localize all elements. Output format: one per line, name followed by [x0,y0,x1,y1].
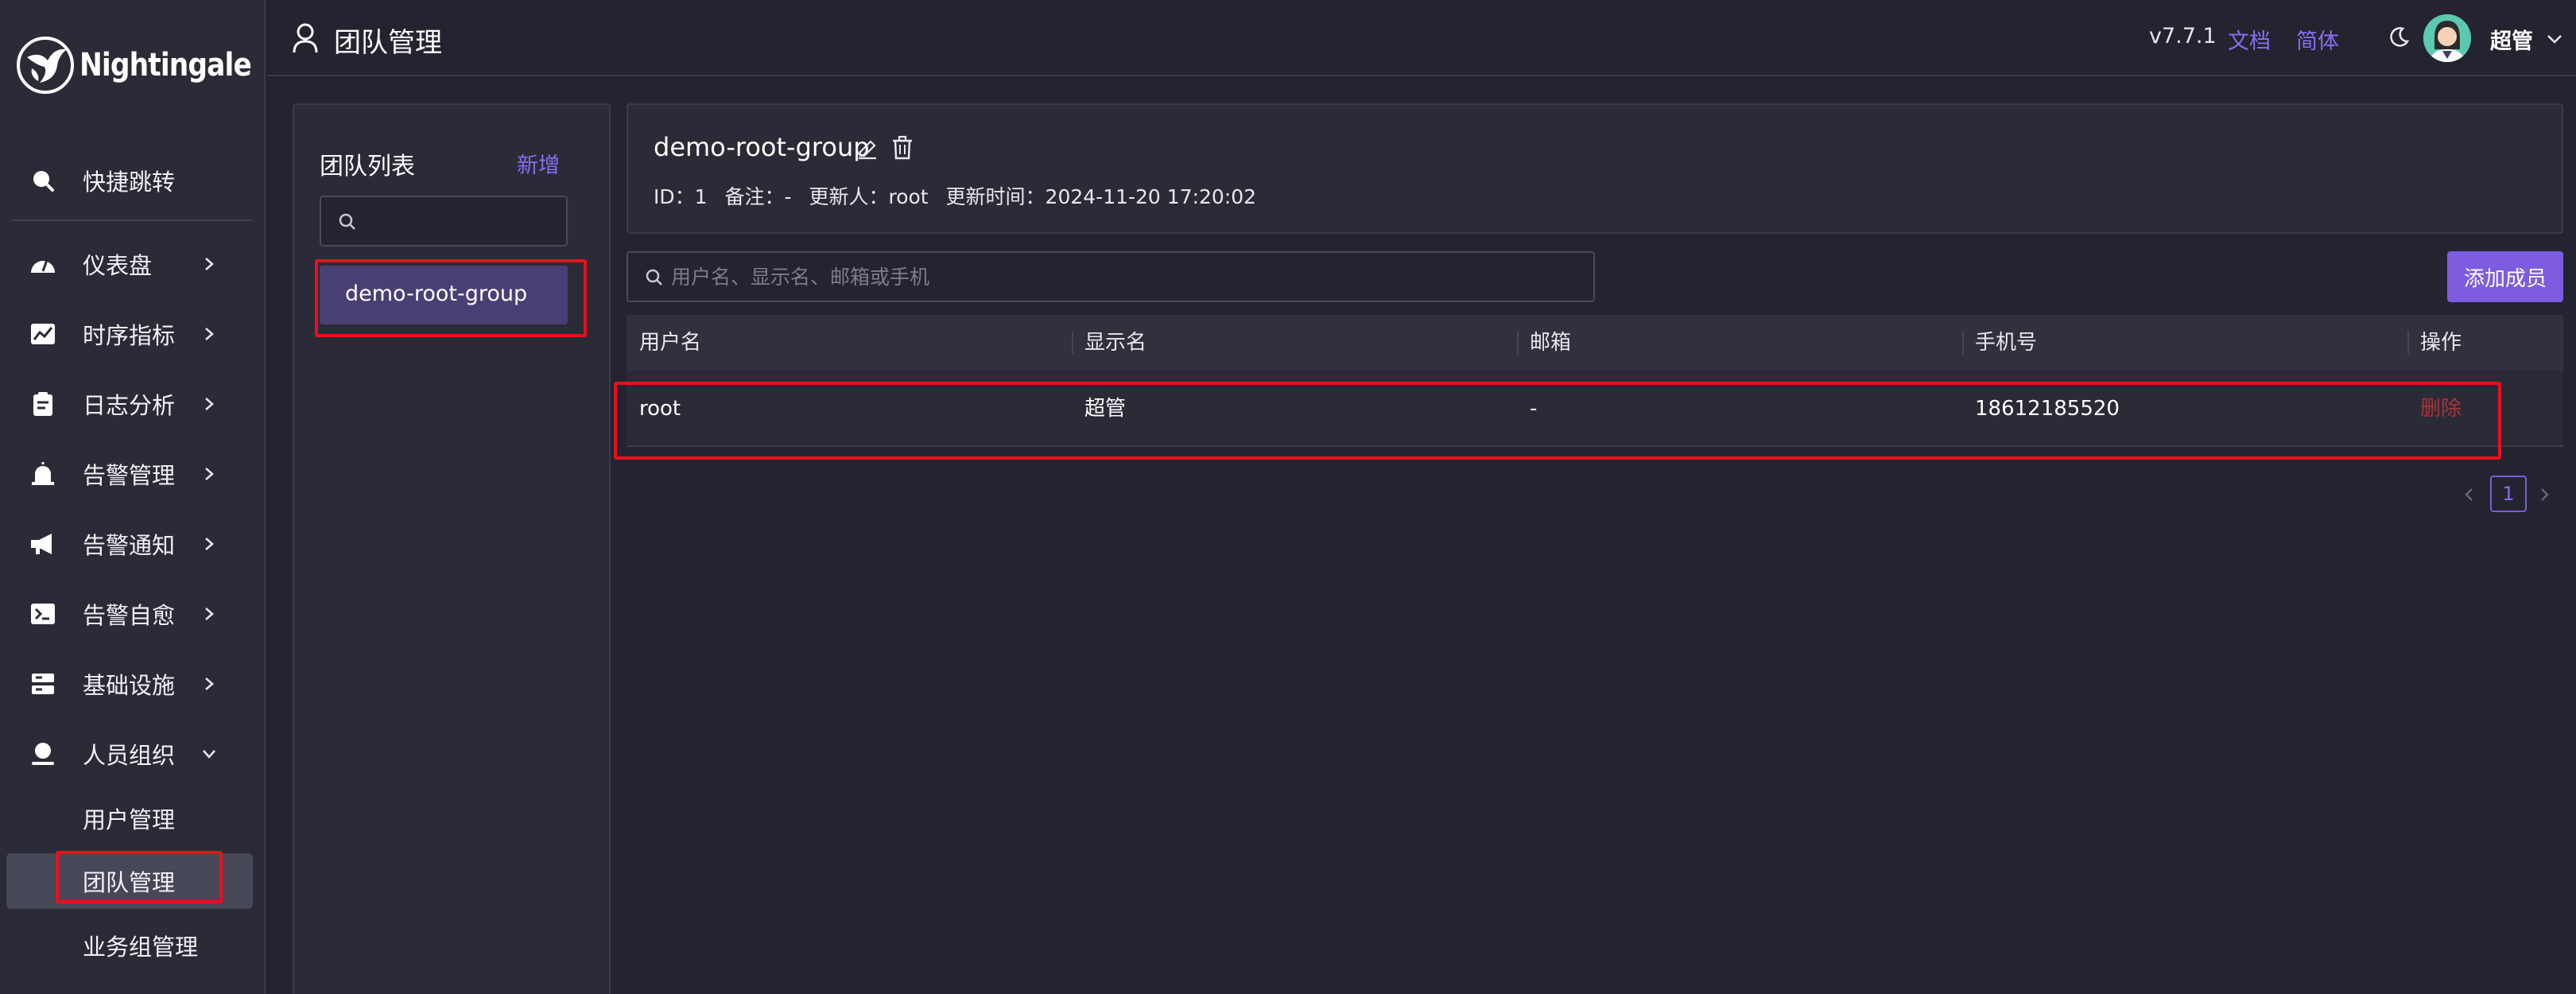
logo[interactable]: Nightingale [16,33,279,97]
version-label: v7.7.1 [2149,24,2217,49]
member-search-field[interactable] [627,251,1595,302]
alarm-icon [29,460,57,488]
sidebar-subitem-users[interactable]: 用户管理 [6,790,253,846]
column-header-username: 用户名 [639,331,702,355]
user-outline-icon [293,23,318,53]
column-header-phone: 手机号 [1975,331,2038,355]
table-row: root 超管 - 18612185520 删除 [627,371,2563,447]
terminal-icon [29,600,57,628]
chevron-down-icon[interactable] [2544,29,2565,49]
page-1-button[interactable]: 1 [2490,476,2527,512]
sidebar-subitem-label: 用户管理 [83,806,176,833]
column-header-email: 邮箱 [1530,331,1572,355]
chevron-right-icon [205,468,214,480]
sidebar: Nightingale 快捷跳转 仪表盘 时序指标 日志分析 告警管理 告警通知… [0,0,266,994]
team-list-title: 团队列表 [320,153,415,181]
megaphone-icon [29,530,57,558]
sidebar-subitem-business-groups[interactable]: 业务组管理 [6,918,253,973]
team-list-item[interactable]: demo-root-group [320,266,568,324]
sidebar-item-label: 告警通知 [83,532,176,559]
server-icon [29,670,57,698]
column-header-display-name: 显示名 [1084,331,1147,355]
sidebar-item-label: 快捷跳转 [83,169,176,196]
chevron-right-icon [205,538,214,550]
sidebar-subitem-teams[interactable]: 团队管理 [6,853,253,909]
chevron-right-icon [205,678,214,690]
add-team-button[interactable]: 新增 [517,148,560,179]
nightingale-logo-icon [17,37,74,94]
moon-icon[interactable] [2387,25,2411,49]
delete-member-button[interactable]: 删除 [2407,371,2462,447]
sidebar-item-metrics[interactable]: 时序指标 [0,303,266,365]
sidebar-item-label: 日志分析 [83,392,176,419]
chevron-right-icon [205,258,214,270]
sidebar-item-quick-jump[interactable]: 快捷跳转 [0,149,266,212]
sidebar-item-self-healing[interactable]: 告警自愈 [0,583,266,645]
members-table: 用户名 显示名 邮箱 手机号 操作 root 超管 - 18612185520 … [627,315,2563,447]
log-icon [29,390,57,418]
sidebar-item-dashboard[interactable]: 仪表盘 [0,233,266,295]
page-title: 团队管理 [334,27,442,59]
sidebar-subitem-label: 团队管理 [83,869,176,896]
table-header: 用户名 显示名 邮箱 手机号 操作 [627,315,2563,371]
team-search-input[interactable] [366,204,557,239]
sidebar-item-label: 基础设施 [83,672,176,699]
team-list-panel: 团队列表 新增 demo-root-group [293,103,611,994]
sidebar-item-notifications[interactable]: 告警通知 [0,513,266,575]
team-detail-name: demo-root-group [654,132,870,162]
chevron-right-icon [205,328,214,340]
sidebar-item-label: 人员组织 [83,742,176,769]
team-note: 备注：- [724,185,792,208]
sidebar-divider [11,219,253,221]
sidebar-item-people[interactable]: 人员组织 [0,723,266,785]
team-meta: ID：1 备注：- 更新人：root 更新时间：2024-11-20 17:20… [654,181,1267,210]
chevron-down-icon [203,750,215,759]
next-page-icon[interactable] [2535,485,2554,504]
sidebar-item-infrastructure[interactable]: 基础设施 [0,653,266,715]
column-header-actions: 操作 [2420,331,2462,355]
team-detail-header: demo-root-group ID：1 备注：- 更新人：root 更新时间：… [627,103,2563,234]
sidebar-item-label: 告警自愈 [83,602,176,629]
edit-icon[interactable] [855,137,879,161]
team-search-field[interactable] [320,196,568,247]
cell-phone: 18612185520 [1975,397,2120,421]
add-member-button[interactable]: 添加成员 [2447,251,2563,302]
username-label[interactable]: 超管 [2490,24,2533,55]
sidebar-item-logs[interactable]: 日志分析 [0,373,266,435]
member-search-input[interactable] [671,259,1577,294]
line-chart-icon [29,320,57,348]
top-header: 团队管理 v7.7.1 文档 简体 超管 [267,0,2576,76]
team-name: demo-root-group [345,282,528,306]
team-id: ID：1 [654,185,708,208]
chevron-right-icon [205,398,214,410]
language-switch[interactable]: 简体 [2296,24,2339,55]
sidebar-item-label: 时序指标 [83,322,176,349]
cell-display-name: 超管 [1084,397,1127,421]
cell-email: - [1530,397,1538,421]
delete-icon[interactable] [890,135,914,161]
sidebar-subitem-label: 业务组管理 [83,934,199,961]
sidebar-item-alerts[interactable]: 告警管理 [0,443,266,505]
search-icon [646,269,662,285]
team-updated-time: 更新时间：2024-11-20 17:20:02 [945,185,1257,208]
user-icon [29,740,57,768]
chevron-right-icon [205,608,214,620]
search-icon [339,213,355,230]
docs-link[interactable]: 文档 [2228,24,2271,55]
logo-text: Nightingale [80,47,252,83]
search-icon [29,166,57,195]
app-root: Nightingale 快捷跳转 仪表盘 时序指标 日志分析 告警管理 告警通知… [0,0,2576,994]
team-updater: 更新人：root [809,185,929,208]
sidebar-item-label: 仪表盘 [83,252,153,279]
dashboard-icon [29,250,57,278]
avatar[interactable] [2423,14,2471,62]
sidebar-item-label: 告警管理 [83,462,176,489]
cell-username: root [639,397,681,421]
prev-page-icon[interactable] [2460,485,2479,504]
